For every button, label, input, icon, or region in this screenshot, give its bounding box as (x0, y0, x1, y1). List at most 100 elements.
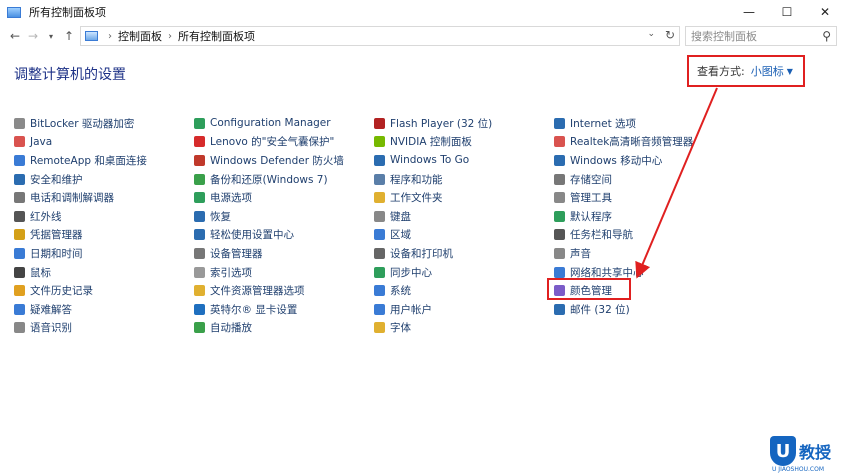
control-panel-item-icon (374, 247, 385, 259)
control-panel-item[interactable]: 恢复 (194, 207, 344, 226)
control-panel-item-label: Windows To Go (390, 154, 470, 167)
refresh-icon[interactable]: ↻ (665, 28, 675, 42)
close-button[interactable]: ✕ (806, 0, 844, 24)
control-panel-item-icon (374, 173, 385, 185)
navigation-bar: ← → ▾ ↑ › 控制面板 › 所有控制面板项 ⌄ ↻ ⚲ (0, 24, 844, 48)
control-panel-item[interactable]: 键盘 (374, 207, 492, 226)
control-panel-item[interactable]: Windows Defender 防火墙 (194, 151, 344, 170)
breadcrumb-all-items[interactable]: 所有控制面板项 (178, 28, 255, 44)
control-panel-item-label: Windows 移动中心 (570, 154, 663, 167)
control-panel-item-icon (374, 210, 385, 222)
control-panel-item-icon (14, 210, 25, 222)
control-panel-item[interactable]: 用户帐户 (374, 300, 492, 319)
control-panel-item[interactable]: 设备管理器 (194, 244, 344, 263)
minimize-button[interactable]: — (730, 0, 768, 24)
control-panel-item-label: 鼠标 (30, 266, 51, 279)
control-panel-item[interactable]: 凭据管理器 (14, 226, 147, 245)
search-icon[interactable]: ⚲ (822, 29, 831, 43)
control-panel-item[interactable]: 默认程序 (554, 207, 693, 226)
control-panel-item-label: 疑难解答 (30, 303, 72, 316)
control-panel-item[interactable]: 备份和还原(Windows 7) (194, 170, 344, 189)
control-panel-item[interactable]: Configuration Manager (194, 114, 344, 133)
control-panel-item[interactable]: 设备和打印机 (374, 244, 492, 263)
maximize-button[interactable]: ☐ (768, 0, 806, 24)
control-panel-item-label: 用户帐户 (390, 303, 432, 316)
control-panel-item-label: Realtek高清晰音频管理器 (570, 136, 694, 149)
control-panel-item-label: Internet 选项 (570, 117, 637, 130)
control-panel-item-label: 管理工具 (570, 192, 612, 205)
control-panel-item-label: BitLocker 驱动器加密 (30, 117, 135, 130)
control-panel-item-label: 区域 (390, 229, 411, 242)
control-panel-item[interactable]: 索引选项 (194, 263, 344, 282)
search-box[interactable]: ⚲ (685, 26, 837, 46)
control-panel-item[interactable]: 电源选项 (194, 188, 344, 207)
address-bar[interactable]: › 控制面板 › 所有控制面板项 ⌄ ↻ (80, 26, 680, 46)
control-panel-item[interactable]: 英特尔® 显卡设置 (194, 300, 344, 319)
control-panel-item[interactable]: Lenovo 的"安全气囊保护" (194, 133, 344, 152)
control-panel-item-label: 设备管理器 (210, 247, 263, 260)
control-panel-item-label: Flash Player (32 位) (390, 117, 493, 130)
control-panel-item[interactable]: 系统 (374, 281, 492, 300)
back-arrow-icon[interactable]: ← (6, 26, 24, 46)
control-panel-item-icon (194, 136, 205, 148)
control-panel-small-icon (85, 31, 98, 41)
up-arrow-icon[interactable]: ↑ (60, 26, 78, 46)
control-panel-item-label: 轻松使用设置中心 (210, 229, 294, 242)
control-panel-item[interactable]: Windows To Go (374, 151, 492, 170)
dropdown-caret-icon[interactable]: ▼ (787, 67, 793, 76)
control-panel-item[interactable]: 声音 (554, 244, 693, 263)
control-panel-item-icon (374, 117, 385, 129)
control-panel-item[interactable]: 区域 (374, 226, 492, 245)
control-panel-item[interactable]: 电话和调制解调器 (14, 188, 147, 207)
control-panel-item-label: 键盘 (390, 210, 411, 223)
control-panel-item[interactable]: 任务栏和导航 (554, 226, 693, 245)
control-panel-item[interactable]: BitLocker 驱动器加密 (14, 114, 147, 133)
control-panel-item[interactable]: Windows 移动中心 (554, 151, 693, 170)
control-panel-item[interactable]: 轻松使用设置中心 (194, 226, 344, 245)
control-panel-item-icon (194, 247, 205, 259)
search-input[interactable] (691, 29, 811, 43)
control-panel-item[interactable]: 文件资源管理器选项 (194, 281, 344, 300)
watermark-subtext: U JIAOSHOU.COM (772, 466, 824, 473)
view-by-selector[interactable]: 查看方式: 小图标 ▼ (687, 55, 805, 87)
control-panel-item[interactable]: 存储空间 (554, 170, 693, 189)
control-panel-item[interactable]: 日期和时间 (14, 244, 147, 263)
control-panel-item[interactable]: Realtek高清晰音频管理器 (554, 133, 693, 152)
control-panel-item[interactable]: Flash Player (32 位) (374, 114, 492, 133)
forward-arrow-icon[interactable]: → (24, 26, 42, 46)
control-panel-item-label: 存储空间 (570, 173, 612, 186)
control-panel-item-icon (554, 173, 565, 185)
control-panel-item[interactable]: 邮件 (32 位) (554, 300, 693, 319)
control-panel-item-label: 任务栏和导航 (570, 229, 633, 242)
breadcrumb-separator: › (168, 30, 172, 42)
control-panel-item[interactable]: 疑难解答 (14, 300, 147, 319)
control-panel-item-icon (194, 303, 205, 315)
control-panel-item[interactable]: 工作文件夹 (374, 188, 492, 207)
control-panel-item[interactable]: NVIDIA 控制面板 (374, 133, 492, 152)
control-panel-item[interactable]: 安全和维护 (14, 170, 147, 189)
control-panel-item[interactable]: 红外线 (14, 207, 147, 226)
control-panel-item-icon (554, 247, 565, 259)
control-panel-item-icon (14, 136, 25, 148)
control-panel-item[interactable]: 程序和功能 (374, 170, 492, 189)
control-panel-item[interactable]: RemoteApp 和桌面连接 (14, 151, 147, 170)
control-panel-item[interactable]: 字体 (374, 319, 492, 338)
control-panel-item-label: 工作文件夹 (390, 192, 443, 205)
control-panel-item[interactable]: 鼠标 (14, 263, 147, 282)
control-panel-item[interactable]: 同步中心 (374, 263, 492, 282)
control-panel-item[interactable]: Java (14, 133, 147, 152)
control-panel-item[interactable]: 自动播放 (194, 319, 344, 338)
control-panel-item-icon (14, 154, 25, 166)
view-by-label: 查看方式: (697, 65, 745, 78)
control-panel-item-label: RemoteApp 和桌面连接 (30, 154, 147, 167)
control-panel-item[interactable]: 文件历史记录 (14, 281, 147, 300)
breadcrumb-control-panel[interactable]: 控制面板 (118, 28, 162, 44)
control-panel-item[interactable]: 管理工具 (554, 188, 693, 207)
address-dropdown-icon[interactable]: ⌄ (647, 29, 655, 39)
control-panel-item-label: 字体 (390, 322, 411, 335)
recent-locations-chevron-icon[interactable]: ▾ (42, 26, 60, 46)
control-panel-item[interactable]: 语音识别 (14, 319, 147, 338)
view-by-value[interactable]: 小图标 (751, 63, 784, 79)
control-panel-item[interactable]: Internet 选项 (554, 114, 693, 133)
control-panel-item-icon (374, 136, 385, 148)
